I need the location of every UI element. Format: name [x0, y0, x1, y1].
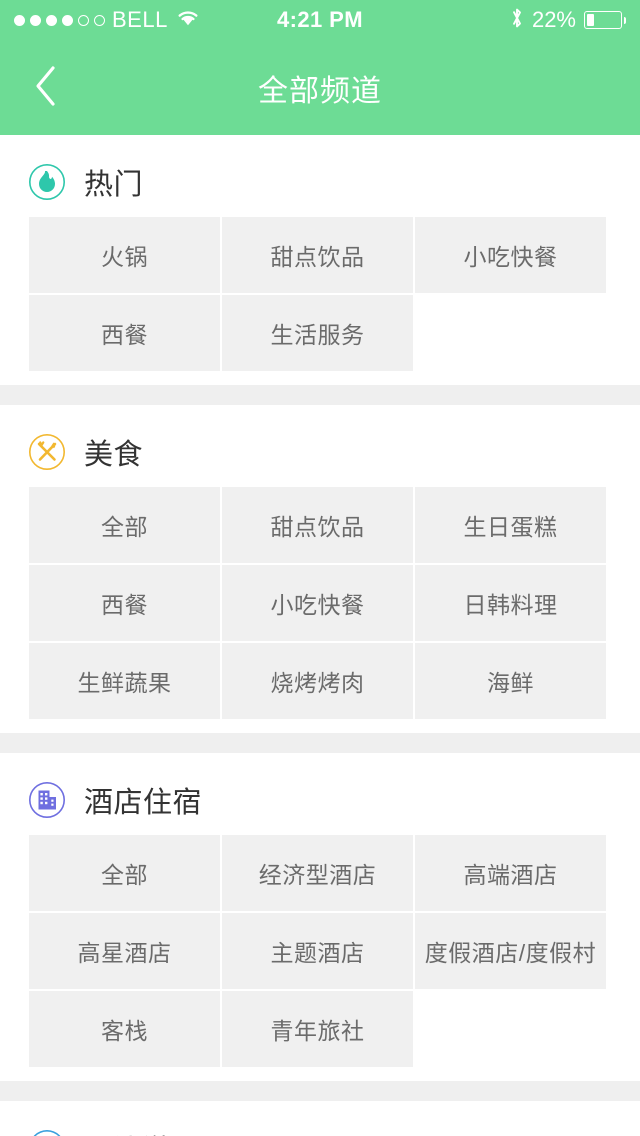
channel-tile[interactable]: 青年旅社 [222, 991, 413, 1067]
signal-dot [62, 14, 73, 26]
all-channels-screen: BELL 4:21 PM 22% 全部频道 热门 火锅 甜点饮品 小吃快餐 西餐… [0, 0, 640, 1136]
channel-grid: 火锅 甜点饮品 小吃快餐西餐 生活服务 [0, 217, 640, 371]
battery-percent-label: 22% [531, 7, 576, 32]
channel-tile[interactable]: 西餐 [29, 565, 220, 641]
section-title: 酒店住宿 [84, 787, 203, 819]
battery-icon [584, 11, 626, 29]
nav-bar: 全部频道 [0, 40, 640, 135]
channel-tile[interactable]: 生日蛋糕 [415, 487, 606, 563]
channel-sections: 热门 火锅 甜点饮品 小吃快餐 西餐 生活服务 美食 全部 甜点饮品 生日蛋糕 西餐 小吃快餐 日韩料理… [0, 135, 640, 1136]
channel-tile[interactable]: 高星酒店 [29, 913, 220, 989]
signal-dot [14, 14, 25, 26]
section-divider [0, 733, 640, 753]
channel-tile[interactable]: 西餐 [29, 295, 220, 371]
channel-tile[interactable]: 烧烤烤肉 [222, 643, 413, 719]
chevron-left-icon [33, 64, 59, 111]
channel-tile[interactable]: 全部 [29, 487, 220, 563]
flame-icon [28, 163, 66, 201]
section-title: 美食 [84, 439, 144, 471]
carrier-label: BELL [112, 7, 168, 32]
channel-section: 美食全部 甜点饮品 生日蛋糕西餐 小吃快餐 日韩料理生鲜蔬果 烧烤烤肉 海鲜 [0, 405, 640, 733]
channel-tile[interactable]: 小吃快餐 [222, 565, 413, 641]
section-divider [0, 385, 640, 405]
channel-tile-placeholder [415, 991, 606, 1067]
status-bar-right: 22% [510, 7, 626, 34]
channel-tile[interactable]: 高端酒店 [415, 835, 606, 911]
channel-tile[interactable]: 生活服务 [222, 295, 413, 371]
channel-tile[interactable]: 生鲜蔬果 [29, 643, 220, 719]
section-divider [0, 1081, 640, 1101]
channel-tile[interactable]: 日韩料理 [415, 565, 606, 641]
channel-tile[interactable]: 度假酒店/度假村 [415, 913, 606, 989]
channel-tile[interactable]: 海鲜 [415, 643, 606, 719]
bluetooth-icon [510, 7, 524, 34]
channel-tile[interactable]: 甜点饮品 [222, 487, 413, 563]
channel-tile[interactable]: 火锅 [29, 217, 220, 293]
channel-section: 酒店住宿全部 经济型酒店 高端酒店高星酒店 主题酒店 度假酒店/度假村客栈 青年旅社 [0, 753, 640, 1081]
clock-label: 4:21 PM [277, 7, 363, 32]
signal-dot [78, 14, 89, 26]
page-title: 全部频道 [258, 74, 382, 108]
section-header: 周边游 [0, 1101, 640, 1136]
channel-tile[interactable]: 甜点饮品 [222, 217, 413, 293]
channel-tile[interactable]: 客栈 [29, 991, 220, 1067]
section-title: 周边游 [84, 1127, 173, 1136]
signal-strength-dots [14, 14, 105, 26]
channel-tile[interactable]: 经济型酒店 [222, 835, 413, 911]
wifi-icon [175, 8, 201, 32]
channel-tile[interactable]: 主题酒店 [222, 913, 413, 989]
signal-dot [94, 14, 105, 26]
signal-dot [46, 14, 57, 26]
channel-section: 热门火锅 甜点饮品 小吃快餐西餐 生活服务 [0, 135, 640, 385]
status-bar-left: BELL [14, 7, 201, 33]
channel-tile-placeholder [415, 295, 606, 371]
signal-dot [30, 14, 41, 26]
section-header: 酒店住宿 [0, 753, 640, 835]
channel-tile[interactable]: 全部 [29, 835, 220, 911]
section-title: 热门 [84, 169, 144, 201]
fork-knife-icon [28, 433, 66, 471]
hotel-building-icon [28, 781, 66, 819]
channel-section: 周边游 [0, 1101, 640, 1136]
section-header: 美食 [0, 405, 640, 487]
back-button[interactable] [0, 40, 92, 135]
section-header: 热门 [0, 135, 640, 217]
channel-grid: 全部 经济型酒店 高端酒店高星酒店 主题酒店 度假酒店/度假村客栈 青年旅社 [0, 835, 640, 1067]
status-bar: BELL 4:21 PM 22% [0, 0, 640, 40]
channel-grid: 全部 甜点饮品 生日蛋糕西餐 小吃快餐 日韩料理生鲜蔬果 烧烤烤肉 海鲜 [0, 487, 640, 719]
palm-beach-icon [28, 1129, 66, 1136]
channel-tile[interactable]: 小吃快餐 [415, 217, 606, 293]
